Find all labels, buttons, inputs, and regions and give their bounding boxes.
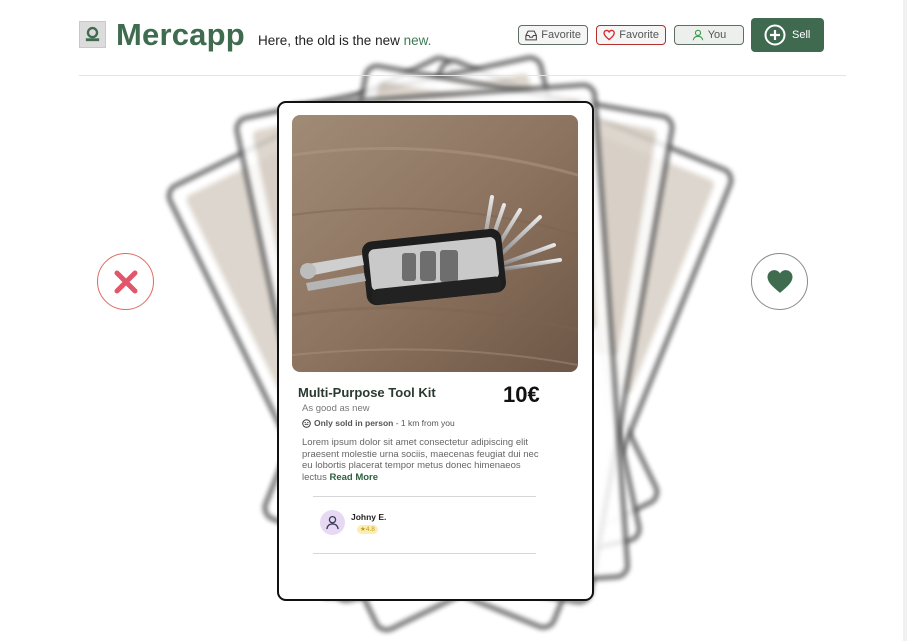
delivery-method: Only sold in person	[314, 418, 394, 428]
profile-label: You	[707, 29, 727, 41]
heart-outline-icon	[603, 29, 615, 41]
sell-button[interactable]: Sell	[751, 18, 824, 52]
header: Mercapp Here, the old is the new new. Fa…	[0, 0, 907, 76]
seller-divider-bottom	[313, 553, 536, 554]
like-button[interactable]	[751, 253, 808, 310]
favorite-heart-button[interactable]: Favorite	[596, 25, 666, 45]
listing-price: 10€	[503, 382, 540, 407]
listing-condition: As good as new	[302, 403, 370, 414]
close-icon	[114, 270, 137, 293]
header-divider	[79, 75, 846, 76]
listing-photo	[292, 115, 578, 372]
smiley-icon	[302, 418, 311, 428]
listing-description: Lorem ipsum dolor sit amet consectetur a…	[302, 437, 542, 483]
delivery-info: Only sold in person - 1 km from you	[302, 418, 455, 428]
listing-card[interactable]: Multi-Purpose Tool Kit 10€ As good as ne…	[277, 101, 594, 601]
inbox-icon	[525, 30, 537, 40]
profile-button[interactable]: You	[674, 25, 744, 45]
tagline-text: Here, the old is the new	[258, 33, 400, 48]
favorite-inbox-button[interactable]: Favorite	[518, 25, 588, 45]
favorite-heart-label: Favorite	[619, 29, 659, 41]
read-more-link[interactable]: Read More	[329, 472, 378, 483]
tagline: Here, the old is the new new.	[258, 33, 431, 48]
heart-icon	[767, 270, 792, 293]
logo-icon[interactable]	[79, 21, 106, 48]
seller-avatar[interactable]	[320, 510, 345, 535]
favorite-inbox-label: Favorite	[541, 29, 581, 41]
seller-name[interactable]: Johny E.	[351, 512, 386, 522]
delivery-distance: - 1 km from you	[393, 418, 455, 428]
brand-name[interactable]: Mercapp	[116, 17, 245, 53]
user-avatar-icon	[326, 515, 339, 530]
seller-rating-badge: ★4.8	[357, 525, 378, 534]
scrollbar-track[interactable]	[903, 0, 907, 641]
plus-circle-icon	[764, 24, 786, 46]
sell-label: Sell	[792, 29, 811, 41]
user-icon	[692, 29, 703, 41]
reject-button[interactable]	[97, 253, 154, 310]
tagline-accent: new.	[403, 33, 432, 48]
seller-divider-top	[313, 496, 536, 497]
listing-title: Multi-Purpose Tool Kit	[298, 385, 436, 400]
